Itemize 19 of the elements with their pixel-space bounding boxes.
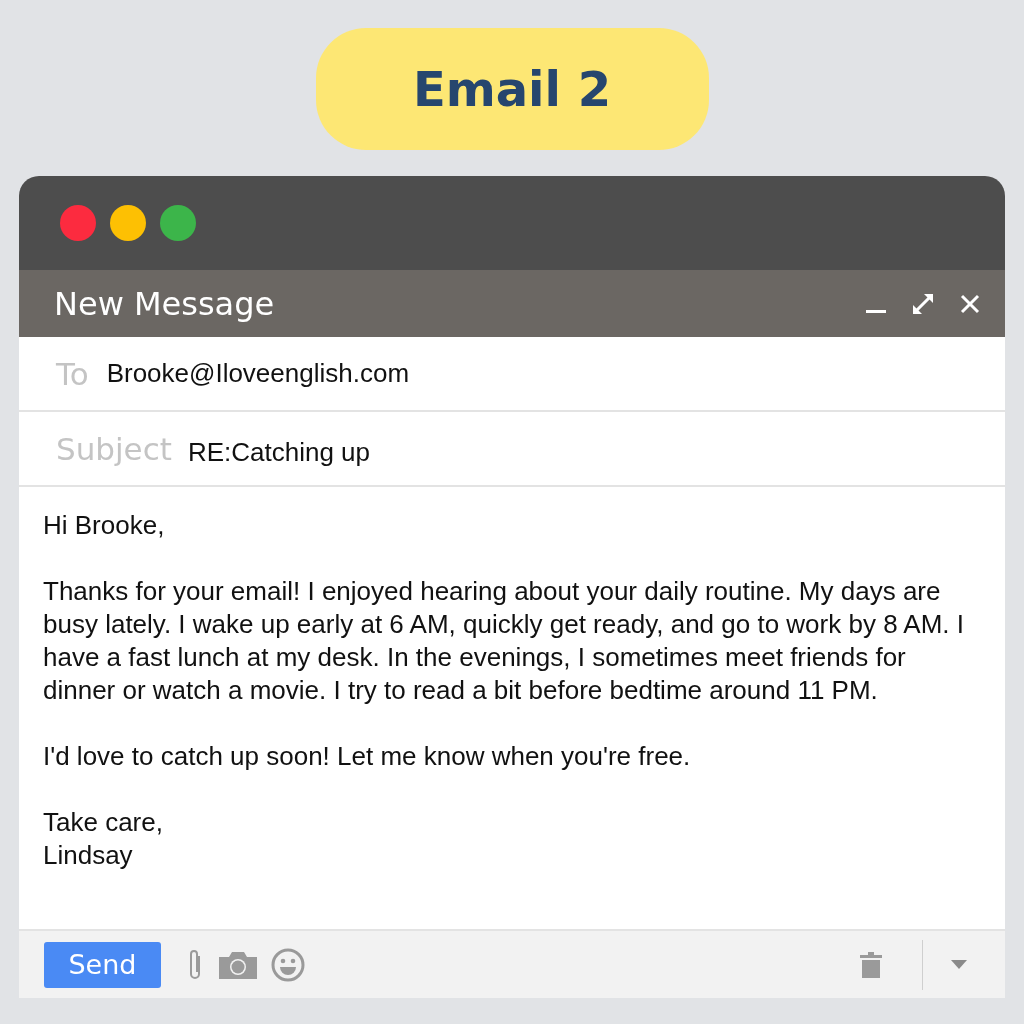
- expand-icon[interactable]: [911, 291, 935, 316]
- smiley-icon[interactable]: [271, 947, 305, 982]
- message-paragraph: Hi Brooke,: [43, 509, 166, 542]
- close-dot-icon[interactable]: [59, 204, 97, 242]
- close-icon[interactable]: [959, 292, 981, 315]
- camera-icon[interactable]: [219, 950, 257, 979]
- minimize-dot-icon[interactable]: [109, 204, 147, 242]
- field-value[interactable]: Brooke@Iloveenglish.com: [106, 358, 410, 389]
- message-paragraph: Take care, Lindsay: [43, 806, 164, 872]
- dropdown-caret-icon[interactable]: [951, 959, 967, 970]
- message-paragraph: I'd love to catch up soon! Let me know when you're free.: [43, 740, 692, 773]
- title-badge: Email 2: [315, 28, 709, 150]
- field-label: To: [56, 355, 89, 392]
- zoom-dot-icon[interactable]: [159, 204, 197, 242]
- trash-icon[interactable]: [860, 951, 882, 978]
- message-paragraph: Thanks for your email! I enjoyed hearing about your daily routine. My days are busy lately. I wake up early at 6 AM, quickly get ready, and go to work by 8 AM. I have a fast lunch at my desk. In the evenings, I sometimes meet friends for dinner or watch a movie. I try to read a bit before bedtime around 11 PM.: [43, 575, 966, 707]
- window-title: New Message: [54, 284, 275, 323]
- field-value[interactable]: RE:Catching up: [187, 429, 370, 468]
- field-label: Subject: [56, 430, 172, 467]
